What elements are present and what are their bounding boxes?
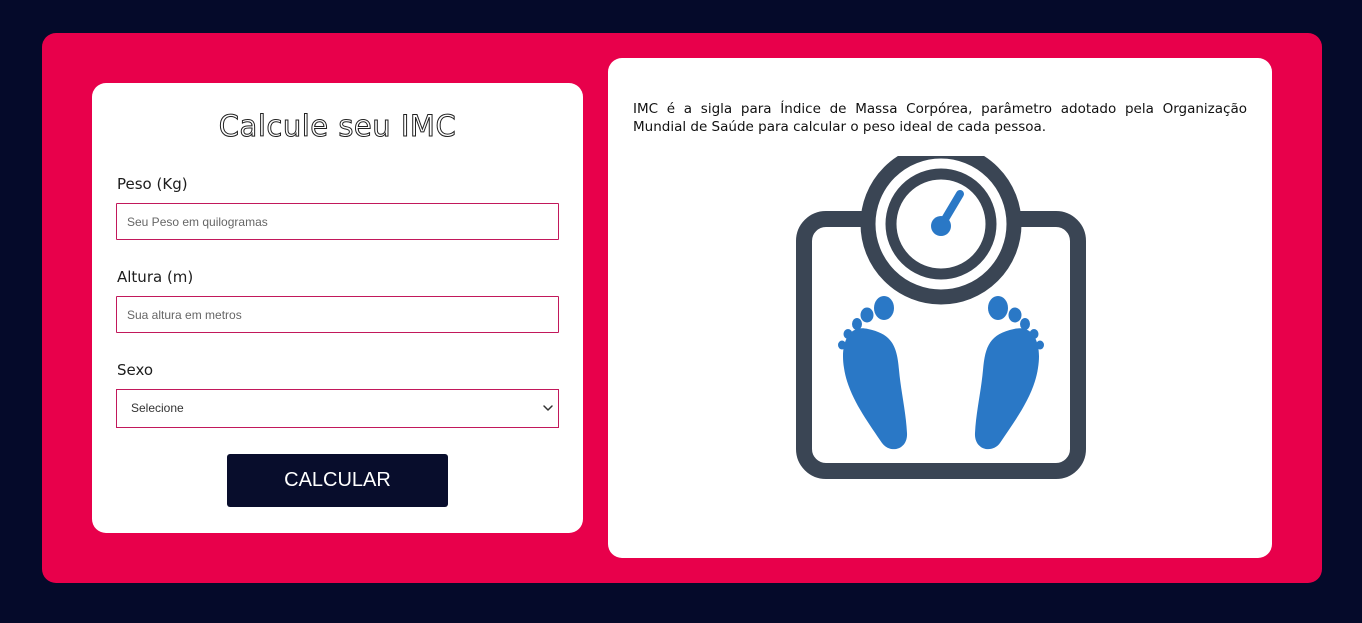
height-input[interactable]: [116, 296, 559, 333]
imc-description: IMC é a sigla para Índice de Massa Corpó…: [633, 101, 1247, 135]
imc-form-card: Calcule seu IMC Peso (Kg) Altura (m) Sex…: [92, 83, 583, 533]
weight-label: Peso (Kg): [117, 175, 188, 193]
form-title: Calcule seu IMC: [218, 109, 457, 144]
sex-select-value: Selecione: [131, 401, 184, 415]
main-container: Calcule seu IMC Peso (Kg) Altura (m) Sex…: [42, 33, 1322, 583]
weight-input[interactable]: [116, 203, 559, 240]
sex-select[interactable]: Selecione: [116, 389, 559, 428]
calculate-button[interactable]: CALCULAR: [227, 454, 448, 507]
bathroom-scale-icon: [796, 156, 1086, 479]
info-card: IMC é a sigla para Índice de Massa Corpó…: [608, 58, 1272, 558]
sex-label: Sexo: [117, 361, 154, 379]
chevron-down-icon: [543, 405, 553, 411]
height-label: Altura (m): [117, 268, 194, 286]
